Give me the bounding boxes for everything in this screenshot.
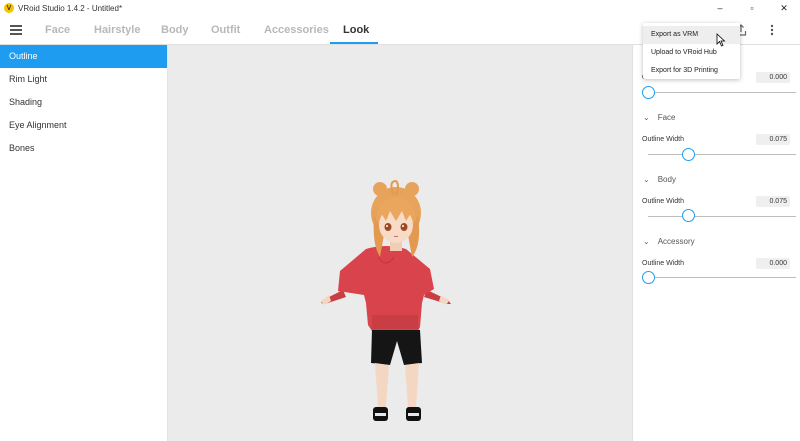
tab-accessories[interactable]: Accessories [264, 16, 329, 45]
accessory-outline-width-label: Outline Width [642, 260, 685, 267]
avatar-model [321, 179, 451, 421]
close-button[interactable]: ✕ [768, 0, 800, 16]
chevron-down-icon: ⌄ [643, 237, 650, 246]
section-face[interactable]: ⌄ Face [643, 113, 676, 122]
mouse-cursor-icon [716, 33, 726, 47]
app-logo: V [4, 3, 14, 13]
face-outline-width-track[interactable] [648, 154, 796, 155]
hamburger-icon[interactable] [10, 25, 22, 35]
accessory-outline-width-track[interactable] [648, 277, 796, 278]
sidebar-item-shading[interactable]: Shading [0, 91, 167, 114]
global-outline-width-track[interactable] [648, 92, 796, 93]
body-outline-width-knob[interactable] [682, 209, 695, 222]
face-outline-width-value[interactable]: 0.075 [756, 134, 790, 145]
active-tab-indicator [330, 42, 378, 44]
more-vert-icon[interactable] [764, 22, 780, 38]
body-outline-width-value[interactable]: 0.075 [756, 196, 790, 207]
tab-look[interactable]: Look [343, 16, 369, 45]
section-body-title: Body [657, 175, 676, 184]
sidebar-item-outline[interactable]: Outline [0, 45, 167, 68]
section-body[interactable]: ⌄ Body [643, 175, 676, 184]
body-outline-width-label: Outline Width [642, 198, 685, 205]
section-accessory-title: Accessory [657, 237, 695, 246]
window-title: VRoid Studio 1.4.2 - Untitled* [18, 3, 123, 13]
face-outline-width-knob[interactable] [682, 148, 695, 161]
maximize-button[interactable]: ▫ [736, 0, 768, 16]
minimize-button[interactable]: – [704, 0, 736, 16]
section-accessory[interactable]: ⌄ Accessory [643, 237, 695, 246]
look-sidebar: Outline Rim Light Shading Eye Alignment … [0, 45, 168, 441]
3d-viewport[interactable] [168, 45, 632, 441]
sidebar-item-rim-light[interactable]: Rim Light [0, 68, 167, 91]
accessory-outline-width-value[interactable]: 0.000 [756, 258, 790, 269]
face-outline-width-label: Outline Width [642, 136, 685, 143]
sidebar-item-eye-alignment[interactable]: Eye Alignment [0, 114, 167, 137]
tab-face[interactable]: Face [45, 16, 70, 45]
chevron-down-icon: ⌄ [643, 175, 650, 184]
tab-outfit[interactable]: Outfit [211, 16, 240, 45]
tab-body[interactable]: Body [161, 16, 189, 45]
global-outline-width-value[interactable]: 0.000 [756, 72, 790, 83]
export-menu: Export as VRM Upload to VRoid Hub Export… [643, 23, 740, 79]
body-outline-width-track[interactable] [648, 216, 796, 217]
menu-item-export-3d-printing[interactable]: Export for 3D Printing [643, 62, 740, 80]
tab-hairstyle[interactable]: Hairstyle [94, 16, 140, 45]
window-controls: – ▫ ✕ [704, 0, 800, 16]
accessory-outline-width-knob[interactable] [642, 271, 655, 284]
properties-panel: Outline Width 0.000 ⌄Face Outline Width … [632, 45, 800, 441]
section-face-title: Face [657, 113, 676, 122]
global-outline-width-knob[interactable] [642, 86, 655, 99]
title-bar: V VRoid Studio 1.4.2 - Untitled* – ▫ ✕ [0, 0, 800, 16]
app-logo-letter: V [6, 4, 12, 12]
sidebar-item-bones[interactable]: Bones [0, 137, 167, 160]
chevron-down-icon: ⌄ [643, 113, 650, 122]
